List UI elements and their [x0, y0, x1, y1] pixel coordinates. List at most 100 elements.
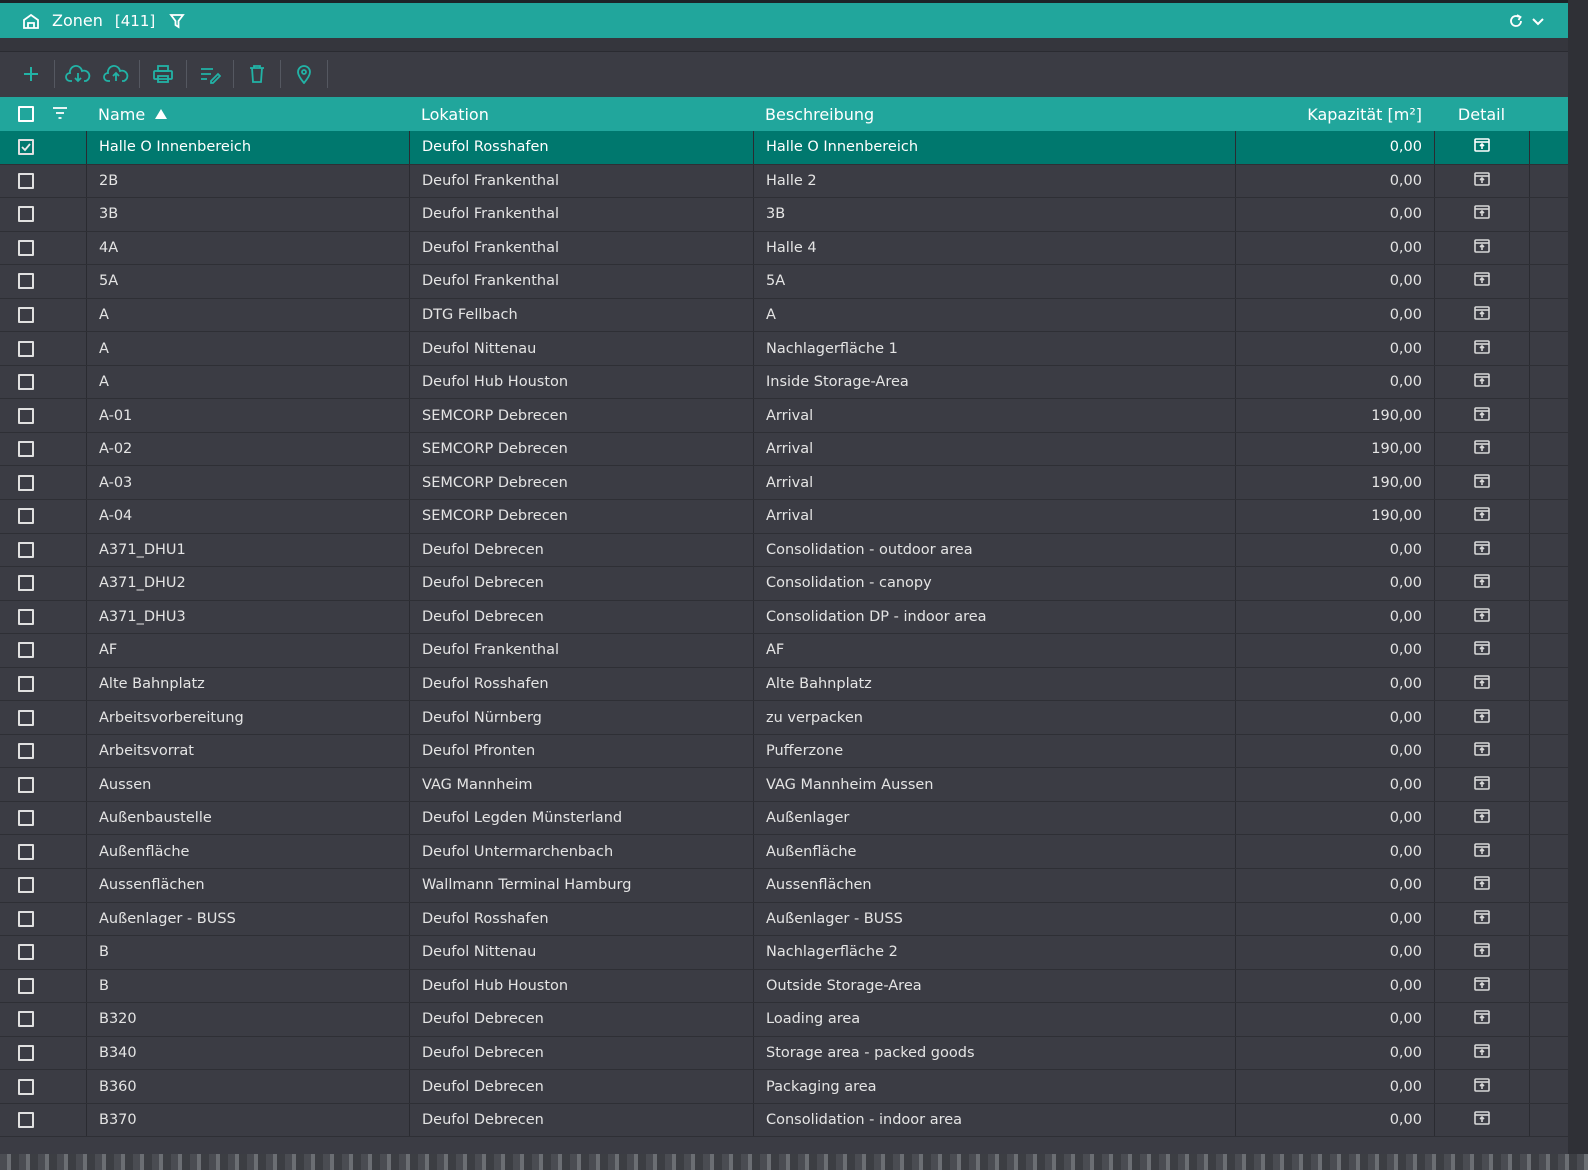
table-row[interactable]: B Deufol Hub Houston Outside Storage-Area 0…	[0, 969, 1568, 1004]
location-pin-icon[interactable]	[289, 59, 319, 89]
table-row[interactable]: 3B Deufol Frankenthal 3B 0,00	[0, 198, 1568, 232]
select-all-checkbox[interactable]	[18, 106, 34, 122]
table-row[interactable]: Alte Bahnplatz Deufol Rosshafen Alte Bahnp…	[0, 667, 1568, 702]
row-checkbox[interactable]	[18, 307, 34, 323]
row-checkbox[interactable]	[18, 843, 34, 860]
row-checkbox[interactable]	[18, 1011, 34, 1028]
chevron-down-icon[interactable]	[1530, 13, 1546, 29]
open-detail-icon[interactable]	[1474, 1044, 1490, 1062]
open-detail-icon[interactable]	[1474, 608, 1490, 626]
open-detail-icon[interactable]	[1474, 910, 1490, 928]
table-row[interactable]: A Deufol Nittenau Nachlagerfläche 1 0,00	[0, 332, 1568, 366]
open-detail-icon[interactable]	[1474, 406, 1490, 425]
table-row[interactable]: A Deufol Hub Houston Inside Storage-Area 0,…	[0, 365, 1568, 400]
column-header-name[interactable]: Name	[86, 97, 409, 131]
table-row[interactable]: A-04 SEMCORP Debrecen Arrival 190,00	[0, 500, 1568, 534]
table-row[interactable]: A-01 SEMCORP Debrecen Arrival 190,00	[0, 399, 1568, 433]
row-checkbox[interactable]	[18, 810, 34, 827]
table-row[interactable]: A-02 SEMCORP Debrecen Arrival 190,00	[0, 432, 1568, 467]
open-detail-icon[interactable]	[1474, 339, 1490, 358]
row-checkbox[interactable]	[18, 139, 34, 156]
edit-list-icon[interactable]	[195, 59, 225, 89]
row-checkbox[interactable]	[18, 642, 34, 659]
open-detail-icon[interactable]	[1474, 842, 1490, 861]
column-header-description[interactable]: Beschreibung	[753, 97, 1235, 131]
column-header-capacity[interactable]: Kapazität [m²]	[1235, 97, 1434, 131]
open-detail-icon[interactable]	[1474, 172, 1490, 190]
row-checkbox[interactable]	[18, 1078, 34, 1095]
table-row[interactable]: A DTG Fellbach A 0,00	[0, 298, 1568, 333]
row-checkbox[interactable]	[18, 977, 34, 994]
row-checkbox[interactable]	[18, 441, 34, 458]
row-checkbox[interactable]	[18, 910, 34, 927]
row-checkbox[interactable]	[18, 172, 34, 189]
table-row[interactable]: Außenlager - BUSS Deufol Rosshafen Außenla…	[0, 902, 1568, 937]
table-row[interactable]: B320 Deufol Debrecen Loading area 0,00	[0, 1003, 1568, 1037]
table-row[interactable]: Aussen VAG Mannheim VAG Mannheim Aussen 0,0…	[0, 768, 1568, 802]
row-checkbox[interactable]	[18, 508, 34, 525]
open-detail-icon[interactable]	[1474, 272, 1490, 290]
row-checkbox[interactable]	[18, 273, 34, 290]
row-checkbox[interactable]	[18, 709, 34, 726]
table-row[interactable]: B340 Deufol Debrecen Storage area - packed…	[0, 1036, 1568, 1071]
print-icon[interactable]	[148, 59, 178, 89]
open-detail-icon[interactable]	[1474, 574, 1490, 592]
open-detail-icon[interactable]	[1474, 507, 1490, 525]
open-detail-icon[interactable]	[1474, 239, 1490, 257]
table-row[interactable]: Außenfläche Deufol Untermarchenbach Außenf…	[0, 835, 1568, 870]
table-row[interactable]: Außenbaustelle Deufol Legden Münsterland A…	[0, 801, 1568, 836]
table-row[interactable]: Aussenflächen Wallmann Terminal Hamburg Au…	[0, 869, 1568, 903]
refresh-icon[interactable]	[1508, 13, 1524, 29]
open-detail-icon[interactable]	[1474, 876, 1490, 894]
row-checkbox[interactable]	[18, 239, 34, 256]
open-detail-icon[interactable]	[1474, 1111, 1490, 1129]
open-detail-icon[interactable]	[1474, 1010, 1490, 1028]
row-checkbox[interactable]	[18, 474, 34, 491]
row-checkbox[interactable]	[18, 743, 34, 760]
table-row[interactable]: B Deufol Nittenau Nachlagerfläche 2 0,00	[0, 936, 1568, 970]
table-row[interactable]: Halle O Innenbereich Deufol Rosshafen Hall…	[0, 131, 1568, 165]
open-detail-icon[interactable]	[1474, 373, 1490, 391]
row-checkbox[interactable]	[18, 340, 34, 357]
table-row[interactable]: A371_DHU1 Deufol Debrecen Consolidation - …	[0, 533, 1568, 568]
table-row[interactable]: A371_DHU2 Deufol Debrecen Consolidation - …	[0, 567, 1568, 601]
row-checkbox[interactable]	[18, 206, 34, 223]
table-row[interactable]: 5A Deufol Frankenthal 5A 0,00	[0, 265, 1568, 299]
column-header-location[interactable]: Lokation	[409, 97, 753, 131]
row-checkbox[interactable]	[18, 541, 34, 558]
open-detail-icon[interactable]	[1474, 742, 1490, 760]
table-row[interactable]: 2B Deufol Frankenthal Halle 2 0,00	[0, 164, 1568, 199]
row-checkbox[interactable]	[18, 776, 34, 793]
open-detail-icon[interactable]	[1474, 977, 1490, 995]
open-detail-icon[interactable]	[1474, 473, 1490, 492]
table-row[interactable]: B360 Deufol Debrecen Packaging area 0,00	[0, 1070, 1568, 1104]
open-detail-icon[interactable]	[1474, 943, 1490, 961]
open-detail-icon[interactable]	[1474, 440, 1490, 458]
open-detail-icon[interactable]	[1474, 708, 1490, 727]
open-detail-icon[interactable]	[1474, 205, 1490, 223]
row-checkbox[interactable]	[18, 1112, 34, 1129]
row-checkbox[interactable]	[18, 407, 34, 424]
row-checkbox[interactable]	[18, 608, 34, 625]
row-checkbox[interactable]	[18, 1045, 34, 1062]
table-row[interactable]: B370 Deufol Debrecen Consolidation - indoo…	[0, 1103, 1568, 1138]
open-detail-icon[interactable]	[1474, 641, 1490, 659]
open-detail-icon[interactable]	[1474, 541, 1490, 559]
open-detail-icon[interactable]	[1474, 775, 1490, 794]
row-checkbox[interactable]	[18, 877, 34, 894]
table-row[interactable]: Arbeitsvorbereitung Deufol Nürnberg zu ver…	[0, 701, 1568, 735]
cloud-upload-icon[interactable]	[101, 59, 131, 89]
table-row[interactable]: A-03 SEMCORP Debrecen Arrival 190,00	[0, 466, 1568, 501]
open-detail-icon[interactable]	[1474, 675, 1490, 693]
table-row[interactable]: Arbeitsvorrat Deufol Pfronten Pufferzone 0,…	[0, 734, 1568, 769]
open-detail-icon[interactable]	[1474, 138, 1490, 156]
table-row[interactable]: AF Deufol Frankenthal AF 0,00	[0, 634, 1568, 668]
open-detail-icon[interactable]	[1474, 809, 1490, 827]
row-checkbox[interactable]	[18, 575, 34, 592]
table-row[interactable]: 4A Deufol Frankenthal Halle 4 0,00	[0, 231, 1568, 266]
table-row[interactable]: A371_DHU3 Deufol Debrecen Consolidation DP…	[0, 600, 1568, 635]
open-detail-icon[interactable]	[1474, 1077, 1490, 1096]
cloud-download-icon[interactable]	[63, 59, 93, 89]
delete-icon[interactable]	[242, 59, 272, 89]
column-filter-icon[interactable]	[52, 105, 68, 124]
